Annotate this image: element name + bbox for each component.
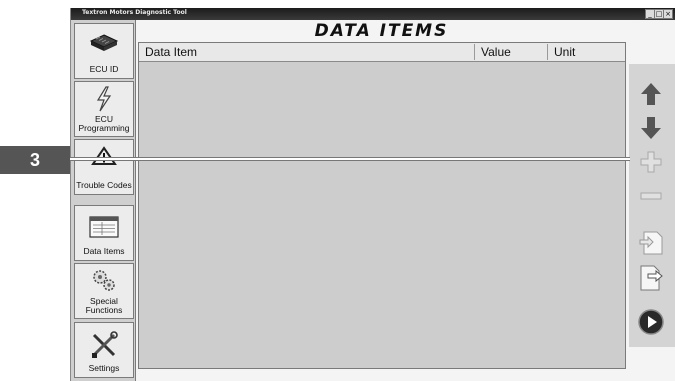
export-icon: [640, 265, 663, 291]
sidebar-item-settings[interactable]: Settings: [74, 322, 134, 378]
column-header-value[interactable]: Value: [475, 44, 548, 60]
callout-leader-line: [70, 157, 630, 161]
sidebar: ECU ID ECU Programming Trouble Codes Dat…: [71, 20, 136, 381]
callout-badge: 3: [0, 146, 70, 174]
sidebar-item-ecu-id[interactable]: ECU ID: [74, 23, 134, 79]
sidebar-item-label: Data Items: [83, 246, 125, 256]
play-button[interactable]: [637, 308, 665, 336]
data-items-table[interactable]: Data Item Value Unit: [138, 42, 626, 369]
window-controls: _ □ ×: [645, 9, 673, 19]
window-title: Textron Motors Diagnostic Tool: [82, 9, 187, 16]
column-header-data-item[interactable]: Data Item: [139, 44, 475, 60]
sidebar-item-special-functions[interactable]: Special Functions: [74, 263, 134, 319]
action-toolbar: [629, 64, 675, 347]
sidebar-item-label: ECU ID: [89, 64, 119, 74]
move-down-button[interactable]: [637, 114, 665, 142]
sidebar-item-data-items[interactable]: Data Items: [74, 205, 134, 261]
sidebar-item-label: Trouble Codes: [76, 180, 132, 190]
warning-icon: [91, 146, 117, 165]
column-header-unit[interactable]: Unit: [548, 44, 625, 60]
sidebar-item-label: Special Functions: [85, 296, 123, 315]
import-button[interactable]: [637, 229, 665, 257]
table-header: Data Item Value Unit: [139, 43, 625, 62]
chip-icon: [89, 34, 119, 51]
title-bar: Textron Motors Diagnostic Tool _ □ ×: [71, 8, 675, 20]
page-title: DATA ITEMS: [314, 21, 449, 41]
play-icon: [638, 309, 664, 335]
lightning-icon: [96, 86, 112, 112]
sidebar-item-label: Settings: [88, 363, 120, 373]
arrow-down-icon: [641, 117, 661, 139]
remove-button[interactable]: [637, 182, 665, 210]
gears-icon: [93, 270, 115, 291]
arrow-up-icon: [641, 83, 661, 105]
move-up-button[interactable]: [637, 80, 665, 108]
plus-icon: [640, 151, 662, 173]
sidebar-item-ecu-programming[interactable]: ECU Programming: [74, 81, 134, 137]
minus-icon: [640, 192, 662, 200]
add-button[interactable]: [637, 148, 665, 176]
tools-icon: [92, 331, 118, 358]
sidebar-item-trouble-codes[interactable]: Trouble Codes: [74, 139, 134, 195]
sidebar-item-label: ECU Programming: [78, 114, 130, 133]
import-icon: [639, 231, 663, 255]
data-table-icon: [89, 216, 119, 238]
close-button[interactable]: ×: [663, 9, 673, 19]
export-button[interactable]: [637, 264, 665, 292]
